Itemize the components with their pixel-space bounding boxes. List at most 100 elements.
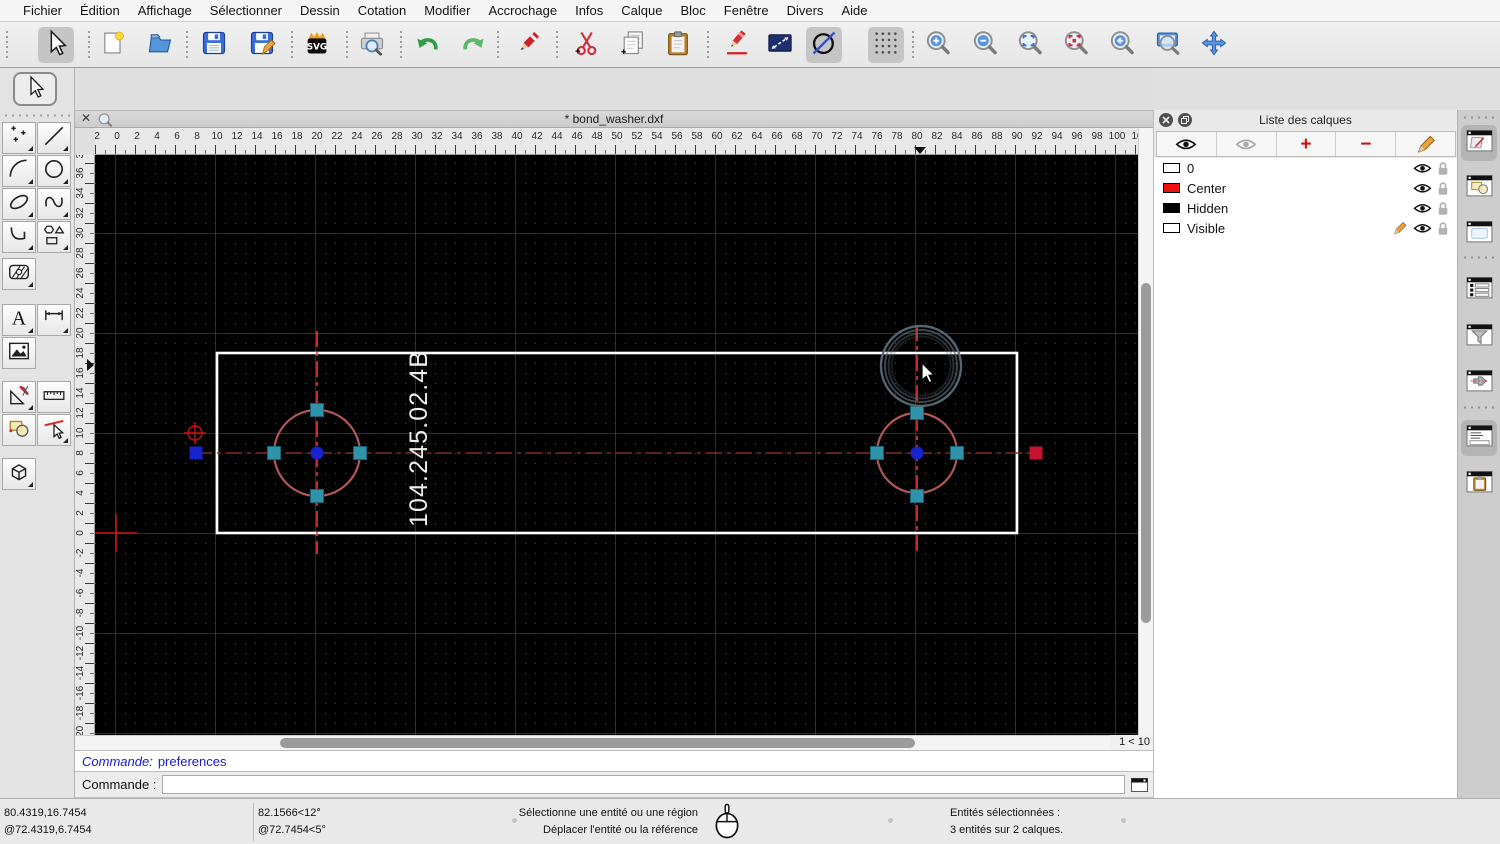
palette-drag-handle[interactable] (4, 114, 70, 117)
layer-lock-icon[interactable] (1437, 201, 1449, 216)
splines-tool-button[interactable] (37, 188, 71, 220)
centerline-right-endpoint-handle[interactable] (1029, 446, 1043, 460)
zoom-in-button[interactable] (920, 27, 956, 63)
zoom-selected-button[interactable] (1058, 27, 1094, 63)
hatches-tool-button[interactable] (2, 258, 36, 290)
layer-color-swatch[interactable] (1163, 163, 1180, 173)
zoom-pan-button[interactable] (1196, 27, 1232, 63)
draft-mode-button[interactable] (806, 27, 842, 63)
edit-layer-button[interactable] (1396, 132, 1455, 156)
library-browser-window-toggle[interactable] (1461, 216, 1497, 252)
menu-item-divers[interactable]: Divers (778, 3, 833, 18)
delete-entities-button[interactable] (510, 27, 546, 63)
ellipses-tool-button[interactable] (2, 188, 36, 220)
layer-visibility-eye-icon[interactable] (1413, 202, 1432, 215)
export-svg-button[interactable]: SVG (299, 27, 335, 63)
layer-color-swatch[interactable] (1163, 223, 1180, 233)
save-as-button[interactable] (244, 27, 280, 63)
selection-filter-window-toggle[interactable] (1461, 319, 1497, 355)
modify-tool-button[interactable] (2, 381, 36, 413)
menu-item-calque[interactable]: Calque (612, 3, 671, 18)
add-layer-button[interactable]: + (1277, 132, 1337, 156)
new-file-button[interactable] (95, 27, 131, 63)
current-tool-indicator[interactable] (13, 72, 57, 106)
menu-item-bloc[interactable]: Bloc (671, 3, 714, 18)
layer-row-0[interactable]: 0 (1154, 158, 1457, 178)
layer-color-swatch[interactable] (1163, 203, 1180, 213)
menu-item-accrochage[interactable]: Accrochage (479, 3, 566, 18)
menu-item-fichier[interactable]: Fichier (14, 3, 71, 18)
menu-item-affichage[interactable]: Affichage (129, 3, 201, 18)
menu-item-modifier[interactable]: Modifier (415, 3, 479, 18)
save-button[interactable] (196, 27, 232, 63)
zoom-previous-button[interactable] (1104, 27, 1140, 63)
left-circle-center-handle[interactable] (310, 446, 324, 460)
toolbar-drag-handle[interactable] (6, 30, 8, 60)
menu-item-aide[interactable]: Aide (832, 3, 876, 18)
select-entities-tool-button[interactable] (37, 414, 71, 446)
layer-row-hidden[interactable]: Hidden (1154, 198, 1457, 218)
menu-item-cotation[interactable]: Cotation (349, 3, 415, 18)
undo-button[interactable] (409, 27, 445, 63)
horizontal-scrollbar[interactable] (75, 735, 1110, 750)
command-input[interactable] (162, 775, 1125, 794)
hide-all-layers-button[interactable] (1217, 132, 1277, 156)
select-arrow-button[interactable] (38, 27, 74, 63)
open-file-button[interactable] (142, 27, 178, 63)
layer-row-center[interactable]: Center (1154, 178, 1457, 198)
part-number-annotation[interactable]: 104.245.02.4B (405, 351, 433, 527)
redo-button[interactable] (456, 27, 492, 63)
centerline-left-endpoint-handle[interactable] (189, 446, 203, 460)
layer-lock-icon[interactable] (1437, 181, 1449, 196)
zoom-out-button[interactable] (967, 27, 1003, 63)
show-all-layers-button[interactable] (1157, 132, 1217, 156)
paste-button[interactable] (660, 27, 696, 63)
images-tool-button[interactable] (2, 337, 36, 369)
layer-lock-icon[interactable] (1437, 221, 1449, 236)
menu-item-infos[interactable]: Infos (566, 3, 612, 18)
layer-visibility-eye-icon[interactable] (1413, 162, 1432, 175)
horizontal-scrollbar-thumb[interactable] (280, 738, 915, 748)
polylines-tool-button[interactable] (2, 221, 36, 253)
menu-item-dessin[interactable]: Dessin (291, 3, 349, 18)
solids-tool-button[interactable] (2, 458, 36, 490)
lines-tool-button[interactable] (37, 122, 71, 154)
block-list-window-toggle[interactable] (1461, 170, 1497, 206)
menu-item-selectionner[interactable]: Sélectionner (201, 3, 291, 18)
grid-toggle-button[interactable] (868, 27, 904, 63)
command-window-icon[interactable] (1129, 776, 1149, 794)
vertical-scrollbar-thumb[interactable] (1141, 283, 1151, 623)
menu-item-edition[interactable]: Édition (71, 3, 129, 18)
print-preview-button[interactable] (354, 27, 390, 63)
dimensions-tool-button[interactable] (37, 304, 71, 336)
layer-lock-icon[interactable] (1437, 161, 1449, 176)
copy-button[interactable] (615, 27, 651, 63)
layer-color-swatch[interactable] (1163, 183, 1180, 193)
cut-button[interactable] (568, 27, 604, 63)
shapes-tool-button[interactable] (37, 221, 71, 253)
layer-list-window-toggle[interactable] (1461, 125, 1497, 161)
measure-tool-button[interactable] (37, 381, 71, 413)
entity-info-window-toggle[interactable] (1461, 365, 1497, 401)
measure-distance-button[interactable] (762, 27, 798, 63)
zoom-window-button[interactable] (1150, 27, 1186, 63)
vertical-scrollbar[interactable] (1138, 128, 1153, 735)
text-tool-button[interactable]: A (2, 304, 36, 336)
layer-row-visible[interactable]: Visible (1154, 218, 1457, 238)
washer-outline-rect[interactable] (215, 351, 1019, 535)
drawing-canvas[interactable]: 104.245.02.4B (95, 155, 1138, 735)
remove-layer-button[interactable]: − (1336, 132, 1397, 156)
menu-item-fenetre[interactable]: Fenêtre (715, 3, 778, 18)
command-line-window-toggle[interactable] (1461, 420, 1497, 456)
edit-pencil-button[interactable] (719, 27, 755, 63)
points-tool-button[interactable] (2, 122, 36, 154)
right-circle-center-handle[interactable] (910, 446, 924, 460)
clipboard-window-toggle[interactable] (1461, 466, 1497, 502)
layer-visibility-eye-icon[interactable] (1413, 182, 1432, 195)
arcs-tool-button[interactable] (2, 155, 36, 187)
zoom-auto-button[interactable] (1012, 27, 1048, 63)
widget-list-window-toggle[interactable] (1461, 272, 1497, 308)
blocks-tool-button[interactable] (2, 414, 36, 446)
layer-visibility-eye-icon[interactable] (1413, 222, 1432, 235)
circles-tool-button[interactable] (37, 155, 71, 187)
